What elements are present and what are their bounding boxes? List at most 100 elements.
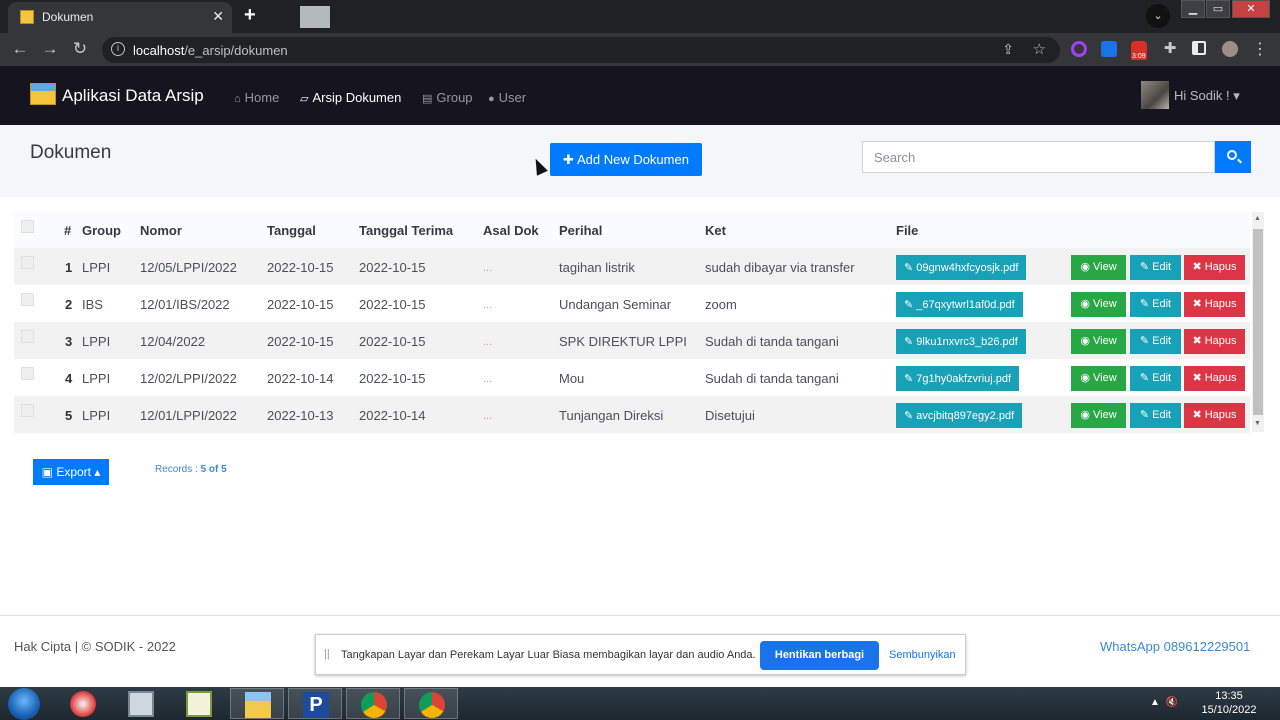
maximize-icon[interactable]: ▭ <box>1206 0 1230 18</box>
nav-user[interactable]: ● User <box>488 90 526 105</box>
close-tab-icon[interactable]: ✕ <box>212 8 224 25</box>
tab-search-icon[interactable]: ⌄ <box>1146 4 1170 28</box>
row-checkbox[interactable] <box>21 256 34 269</box>
taskbar-app-calculator[interactable] <box>114 688 168 719</box>
profile-avatar-icon[interactable] <box>1222 41 1238 57</box>
edit-button[interactable]: ✎ Edit <box>1130 292 1181 317</box>
cell-perihal: tagihan listrik <box>559 260 635 275</box>
hapus-button[interactable]: ✖ Hapus <box>1184 366 1245 391</box>
cell-tanggal-terima: 2022-10-15 <box>359 297 426 312</box>
row-checkbox[interactable] <box>21 330 34 343</box>
table-scrollbar[interactable]: ▲ ▼ <box>1252 212 1264 432</box>
col-header-perihal[interactable]: Perihal <box>559 223 602 238</box>
row-checkbox[interactable] <box>21 293 34 306</box>
col-header-tanggal[interactable]: Tanggal <box>267 223 316 238</box>
taskbar-app-chrome-2[interactable] <box>404 688 458 719</box>
scroll-down-icon[interactable]: ▼ <box>1254 420 1261 427</box>
chrome-icon <box>361 692 387 718</box>
brand-title[interactable]: Aplikasi Data Arsip <box>62 86 204 106</box>
share-icon[interactable]: ⇪ <box>1002 41 1014 58</box>
export-button[interactable]: ▣ Export ▴ <box>33 459 109 485</box>
whatsapp-link[interactable]: WhatsApp 089612229501 <box>1100 639 1250 654</box>
row-checkbox[interactable] <box>21 404 34 417</box>
extension-layers-icon[interactable] <box>1101 41 1117 57</box>
drag-handle-icon[interactable]: || <box>324 648 330 660</box>
extension-circle-icon[interactable] <box>1071 41 1087 57</box>
hide-button[interactable]: Sembunyikan <box>889 649 956 661</box>
folder-icon <box>245 692 271 718</box>
view-button[interactable]: ◉ View <box>1071 255 1126 280</box>
file-link-button[interactable]: ✎ _67qxytwrl1af0d.pdf <box>896 292 1023 317</box>
edit-button[interactable]: ✎ Edit <box>1130 403 1181 428</box>
new-tab-button[interactable]: + <box>244 5 256 25</box>
taskbar-app-paint[interactable] <box>56 688 110 719</box>
cell-asal-dok[interactable]: ... <box>483 336 492 348</box>
col-header-ket[interactable]: Ket <box>705 223 726 238</box>
page-footer: Hak Cipta | © SODIK - 2022 WhatsApp 0896… <box>0 615 1280 687</box>
cell-asal-dok[interactable]: ... <box>483 410 492 422</box>
row-checkbox[interactable] <box>21 367 34 380</box>
scroll-up-icon[interactable]: ▲ <box>1254 215 1261 222</box>
side-panel-icon[interactable] <box>1192 41 1206 55</box>
nav-home[interactable]: ⌂ Home <box>234 90 279 105</box>
start-button[interactable] <box>8 688 40 720</box>
file-link-button[interactable]: ✎ 09gnw4hxfcyosjk.pdf <box>896 255 1027 280</box>
bookmark-star-icon[interactable]: ☆ <box>1033 40 1046 58</box>
browser-tab[interactable]: Dokumen ✕ <box>8 2 232 33</box>
cell-group: LPPI <box>82 334 111 349</box>
hapus-button[interactable]: ✖ Hapus <box>1184 255 1245 280</box>
edit-button[interactable]: ✎ Edit <box>1130 255 1181 280</box>
file-link-button[interactable]: ✎ avcjbitq897egy2.pdf <box>896 403 1023 428</box>
cell-asal-dok[interactable]: ... <box>483 262 492 274</box>
scrollbar-thumb[interactable] <box>1253 229 1263 415</box>
select-all-checkbox[interactable] <box>21 220 34 233</box>
menu-kebab-icon[interactable]: ⋮ <box>1252 39 1268 59</box>
taskbar-app-notepad[interactable] <box>172 688 226 719</box>
col-header-tanggal-terima[interactable]: Tanggal Terima <box>359 223 453 238</box>
user-menu-toggle[interactable]: Hi Sodik ! ▾ <box>1174 88 1240 104</box>
nav-arsip-dokumen[interactable]: ▱ Arsip Dokumen <box>300 90 401 105</box>
search-button[interactable] <box>1215 141 1251 173</box>
view-button[interactable]: ◉ View <box>1071 292 1126 317</box>
back-icon[interactable]: ← <box>10 39 30 59</box>
view-button[interactable]: ◉ View <box>1071 366 1126 391</box>
paperclip-icon: ✎ <box>904 373 917 385</box>
window-close-icon[interactable]: ✕ <box>1232 0 1270 18</box>
hapus-button[interactable]: ✖ Hapus <box>1184 292 1245 317</box>
extensions-puzzle-icon[interactable]: ✚ <box>1160 39 1180 57</box>
minimize-icon[interactable]: ▁ <box>1181 0 1205 18</box>
cell-asal-dok[interactable]: ... <box>483 299 492 311</box>
taskbar-app-p[interactable]: P <box>288 688 342 719</box>
col-header-asal-dok[interactable]: Asal Dok <box>483 223 539 238</box>
table-header-row: # Group Nomor Tanggal Tanggal Terima Asa… <box>14 212 1250 248</box>
hapus-button[interactable]: ✖ Hapus <box>1184 403 1245 428</box>
edit-button[interactable]: ✎ Edit <box>1130 366 1181 391</box>
col-header-no[interactable]: # <box>64 223 71 238</box>
calculator-icon <box>128 691 154 717</box>
col-header-nomor[interactable]: Nomor <box>140 223 182 238</box>
col-header-group[interactable]: Group <box>82 223 121 238</box>
search-input[interactable] <box>862 141 1215 173</box>
hapus-button[interactable]: ✖ Hapus <box>1184 329 1245 354</box>
tray-icons[interactable]: ▲ 🔇 <box>1150 697 1178 708</box>
reload-icon[interactable]: ↻ <box>70 39 90 59</box>
site-info-icon[interactable]: i <box>111 42 125 56</box>
cell-group: LPPI <box>82 260 111 275</box>
edit-button[interactable]: ✎ Edit <box>1130 329 1181 354</box>
avatar[interactable] <box>1141 81 1169 109</box>
file-link-button[interactable]: ✎ 7g1hy0akfzvriuj.pdf <box>896 366 1020 391</box>
view-button[interactable]: ◉ View <box>1071 403 1126 428</box>
add-new-dokumen-button[interactable]: ✚ Add New Dokumen <box>550 143 702 176</box>
view-button[interactable]: ◉ View <box>1071 329 1126 354</box>
tab-title: Dokumen <box>42 10 94 24</box>
taskbar-app-chrome[interactable] <box>346 688 400 719</box>
file-link-button[interactable]: ✎ 9lku1nxvrc3_b26.pdf <box>896 329 1026 354</box>
address-bar[interactable]: i localhost/e_arsip/dokumen ⇪ ☆ <box>102 37 1060 63</box>
taskbar-app-explorer[interactable] <box>230 688 284 719</box>
stop-sharing-button[interactable]: Hentikan berbagi <box>760 641 879 670</box>
cell-asal-dok[interactable]: ... <box>483 373 492 385</box>
system-clock[interactable]: 13:35 15/10/2022 <box>1200 689 1258 717</box>
forward-icon[interactable]: → <box>40 39 60 59</box>
nav-group[interactable]: ▤ Group <box>422 90 473 105</box>
col-header-file[interactable]: File <box>896 223 918 238</box>
